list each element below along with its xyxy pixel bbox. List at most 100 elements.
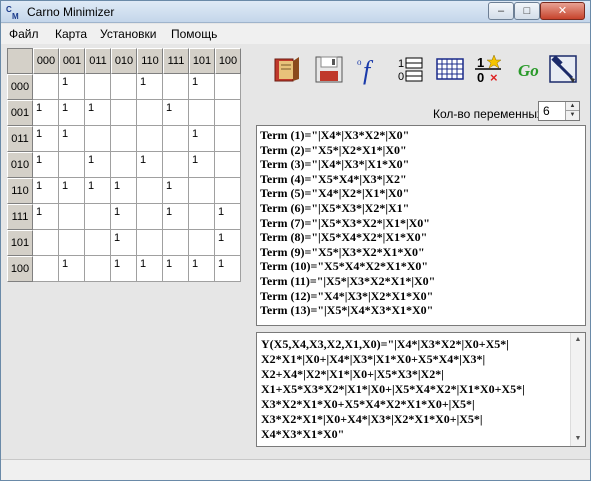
- function-icon[interactable]: o f: [353, 53, 385, 85]
- kmap-cell[interactable]: 1: [111, 178, 137, 204]
- kmap-cell[interactable]: [163, 152, 189, 178]
- kmap-cell[interactable]: 1: [33, 126, 59, 152]
- kmap-cell[interactable]: 1: [85, 152, 111, 178]
- kmap-cell[interactable]: 1: [137, 256, 163, 282]
- term-item[interactable]: Term (5)="X4*|X2*|X1*|X0": [257, 186, 585, 201]
- kmap-cell[interactable]: 1: [59, 74, 85, 100]
- kmap-cell[interactable]: [215, 100, 241, 126]
- open-book-icon[interactable]: [271, 53, 303, 85]
- variables-count-spinner[interactable]: 6 ▲ ▼: [538, 101, 580, 121]
- title-bar[interactable]: C M Carno Minimizer – □ ✕: [1, 1, 590, 23]
- grid-table-icon[interactable]: [434, 53, 466, 85]
- kmap-cell[interactable]: [85, 74, 111, 100]
- kmap-cell[interactable]: 1: [33, 100, 59, 126]
- kmap-cell[interactable]: 1: [189, 74, 215, 100]
- term-item[interactable]: Term (2)="X5*|X2*X1*|X0": [257, 143, 585, 158]
- spinner-up-icon[interactable]: ▲: [566, 102, 579, 111]
- kmap-cell[interactable]: [85, 126, 111, 152]
- variables-count-value[interactable]: 6: [543, 104, 550, 118]
- result-text-box[interactable]: Y(X5,X4,X3,X2,X1,X0)="|X4*|X3*X2*|X0+X5*…: [256, 332, 586, 447]
- kmap-cell[interactable]: [215, 126, 241, 152]
- terms-list-box[interactable]: Term (1)="|X4*|X3*X2*|X0" Term (2)="X5*|X…: [256, 125, 586, 326]
- kmap-cell[interactable]: 1: [189, 126, 215, 152]
- kmap-cell[interactable]: [33, 256, 59, 282]
- kmap-cell[interactable]: [215, 152, 241, 178]
- kmap-cell[interactable]: [111, 74, 137, 100]
- kmap-cell[interactable]: [137, 204, 163, 230]
- term-item[interactable]: Term (1)="|X4*|X3*X2*|X0": [257, 128, 585, 143]
- kmap-cell[interactable]: 1: [111, 230, 137, 256]
- go-button[interactable]: Go: [518, 61, 539, 81]
- kmap-cell[interactable]: [163, 74, 189, 100]
- term-item[interactable]: Term (6)="|X5*X3*|X2*|X1": [257, 201, 585, 216]
- menu-map[interactable]: Карта: [55, 27, 87, 41]
- kmap-cell[interactable]: [137, 230, 163, 256]
- kmap-cell[interactable]: [189, 178, 215, 204]
- kmap-cell[interactable]: [33, 74, 59, 100]
- save-disk-icon[interactable]: [313, 53, 345, 85]
- kmap-cell[interactable]: 1: [111, 204, 137, 230]
- kmap-cell[interactable]: 1: [33, 178, 59, 204]
- kmap-cell[interactable]: 1: [59, 256, 85, 282]
- scroll-down-icon[interactable]: ▼: [571, 432, 585, 446]
- minimize-button[interactable]: –: [488, 2, 514, 20]
- kmap-cell[interactable]: 1: [85, 100, 111, 126]
- term-item[interactable]: Term (3)="|X4*|X3*|X1*X0": [257, 157, 585, 172]
- kmap-cell[interactable]: 1: [111, 256, 137, 282]
- kmap-cell[interactable]: [111, 152, 137, 178]
- kmap-cell[interactable]: 1: [33, 152, 59, 178]
- term-item[interactable]: Term (10)="X5*X4*X2*X1*X0": [257, 259, 585, 274]
- kmap-cell[interactable]: 1: [59, 100, 85, 126]
- kmap-cell[interactable]: 1: [163, 204, 189, 230]
- kmap-cell[interactable]: 1: [215, 204, 241, 230]
- list-10-icon[interactable]: 1 0: [395, 53, 427, 85]
- kmap-cell[interactable]: [215, 74, 241, 100]
- result-scrollbar[interactable]: ▲ ▼: [570, 333, 585, 446]
- exit-icon[interactable]: [547, 53, 579, 85]
- kmap-cell[interactable]: [137, 126, 163, 152]
- kmap-cell[interactable]: 1: [137, 74, 163, 100]
- kmap-cell[interactable]: [189, 230, 215, 256]
- kmap-cell[interactable]: [137, 178, 163, 204]
- kmap-cell[interactable]: 1: [137, 152, 163, 178]
- kmap-cell[interactable]: 1: [163, 256, 189, 282]
- kmap-cell[interactable]: [85, 204, 111, 230]
- kmap-cell[interactable]: 1: [163, 100, 189, 126]
- kmap-cell[interactable]: [111, 100, 137, 126]
- menu-help[interactable]: Помощь: [171, 27, 217, 41]
- kmap-cell[interactable]: 1: [33, 204, 59, 230]
- kmap-cell[interactable]: 1: [215, 256, 241, 282]
- term-item[interactable]: Term (11)="|X5*|X3*X2*X1*|X0": [257, 274, 585, 289]
- truth-table-icon[interactable]: 1 0 ×: [473, 53, 505, 85]
- kmap-cell[interactable]: [85, 230, 111, 256]
- kmap-cell[interactable]: 1: [163, 178, 189, 204]
- kmap-cell[interactable]: [215, 178, 241, 204]
- kmap-cell[interactable]: [137, 100, 163, 126]
- kmap-cell[interactable]: [189, 204, 215, 230]
- term-item[interactable]: Term (7)="|X5*X3*X2*|X1*|X0": [257, 216, 585, 231]
- kmap-cell[interactable]: [163, 126, 189, 152]
- kmap-cell[interactable]: 1: [189, 152, 215, 178]
- kmap-cell[interactable]: 1: [189, 256, 215, 282]
- kmap-cell[interactable]: [59, 204, 85, 230]
- menu-settings[interactable]: Установки: [100, 27, 156, 41]
- kmap-cell[interactable]: [59, 230, 85, 256]
- term-item[interactable]: Term (9)="X5*|X3*X2*X1*X0": [257, 245, 585, 260]
- menu-file[interactable]: Файл: [9, 27, 39, 41]
- kmap-cell[interactable]: [163, 230, 189, 256]
- scroll-up-icon[interactable]: ▲: [571, 333, 585, 347]
- term-item[interactable]: Term (8)="|X5*X4*X2*|X1*X0": [257, 230, 585, 245]
- kmap-cell[interactable]: [85, 256, 111, 282]
- kmap-cell[interactable]: 1: [59, 178, 85, 204]
- kmap-cell[interactable]: [33, 230, 59, 256]
- term-item[interactable]: Term (12)="X4*|X3*|X2*X1*X0": [257, 289, 585, 304]
- kmap-cell[interactable]: 1: [59, 126, 85, 152]
- maximize-button[interactable]: □: [514, 2, 540, 20]
- term-item[interactable]: Term (13)="|X5*|X4*X3*X1*X0": [257, 303, 585, 318]
- spinner-down-icon[interactable]: ▼: [566, 111, 579, 120]
- kmap-cell[interactable]: 1: [215, 230, 241, 256]
- kmap-cell[interactable]: [189, 100, 215, 126]
- kmap-cell[interactable]: [111, 126, 137, 152]
- close-button[interactable]: ✕: [540, 2, 585, 20]
- kmap-cell[interactable]: [59, 152, 85, 178]
